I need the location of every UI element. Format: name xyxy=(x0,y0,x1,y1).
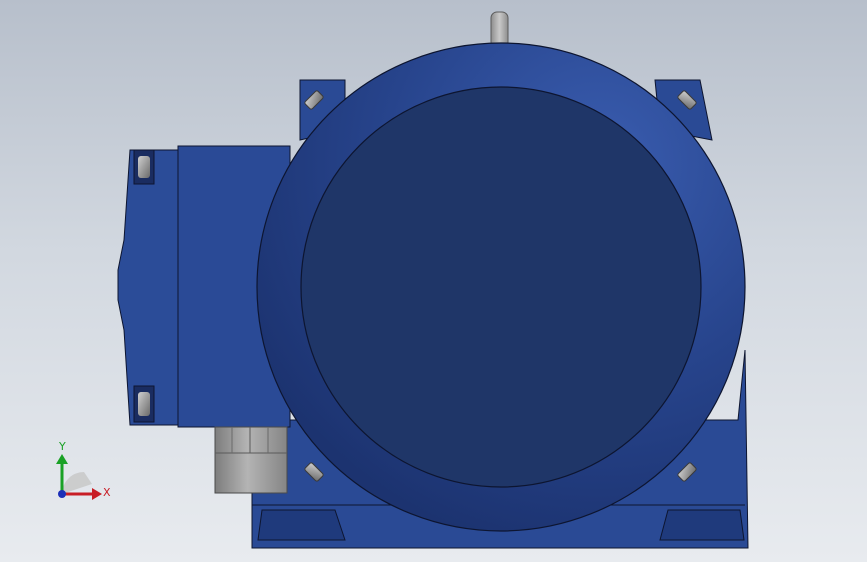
model-view[interactable] xyxy=(0,0,867,562)
graphics-viewport[interactable]: Y X xyxy=(0,0,867,562)
motor-end-face[interactable] xyxy=(300,86,702,488)
bolt-bottom-icon xyxy=(138,392,150,416)
base-pocket-right xyxy=(659,509,745,541)
base-pocket-left xyxy=(257,509,346,541)
triad-y-label: Y xyxy=(59,440,66,453)
bolt-top-icon xyxy=(138,156,150,178)
cable-gland[interactable] xyxy=(214,426,288,494)
orientation-triad[interactable]: Y X xyxy=(40,438,120,508)
triad-x-label: X xyxy=(103,486,111,499)
side-flange[interactable] xyxy=(117,149,179,426)
